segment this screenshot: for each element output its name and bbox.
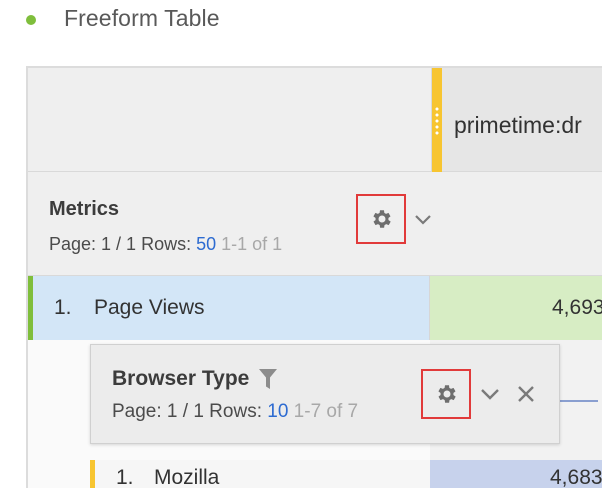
row-number: 1. xyxy=(54,296,72,319)
gear-icon xyxy=(438,385,456,403)
drag-dots-icon xyxy=(435,106,439,136)
sparkline-segment xyxy=(558,400,598,402)
paging-label: Page: 1 / 1 Rows: xyxy=(49,234,197,254)
breakdown-dropdown-chevron-down-icon[interactable] xyxy=(479,383,501,405)
row-label: Mozilla xyxy=(154,466,220,488)
table-row[interactable]: 1. Page Views 4,693 xyxy=(28,276,602,340)
column-header-label: primetime:dr xyxy=(454,112,582,138)
rows-per-page-link[interactable]: 50 xyxy=(196,234,216,254)
metrics-header: Metrics Page: 1 / 1 Rows: 50 1-1 of 1 xyxy=(28,172,602,276)
filter-funnel-icon xyxy=(259,369,278,389)
row-breakdown-indicator xyxy=(90,460,95,488)
row-value-cell[interactable]: 4,693 xyxy=(430,276,602,340)
panel-status-dot xyxy=(26,15,36,25)
filter-icon[interactable] xyxy=(259,369,278,389)
freeform-table: primetime:dr Metrics Page: 1 / 1 Rows: 5… xyxy=(26,66,602,488)
row-selected-indicator xyxy=(28,276,33,340)
breakdown-title: Browser Type xyxy=(112,367,250,390)
breakdown-settings-button[interactable] xyxy=(421,369,471,419)
table-corner-cell xyxy=(28,68,432,172)
paging-label: Page: 1 / 1 Rows: xyxy=(112,401,268,422)
table-row[interactable]: 1. Mozilla 4,683 xyxy=(90,460,602,488)
breakdown-paging: Page: 1 / 1 Rows: 10 1-7 of 7 xyxy=(112,401,358,423)
row-value: 4,683 xyxy=(550,466,602,488)
rows-per-page-link[interactable]: 10 xyxy=(267,401,288,422)
breakdown-header: Browser Type Page: 1 / 1 Rows: 10 1-7 of… xyxy=(90,344,560,444)
gear-icon xyxy=(373,210,391,228)
metrics-settings-button[interactable] xyxy=(356,194,406,244)
metrics-title: Metrics xyxy=(49,198,120,220)
panel-header: Freeform Table xyxy=(0,0,602,44)
metrics-paging: Page: 1 / 1 Rows: 50 1-1 of 1 xyxy=(49,234,282,255)
row-value-cell[interactable]: 4,683 xyxy=(430,460,602,488)
row-number: 1. xyxy=(116,466,134,488)
paging-range: 1-7 of 7 xyxy=(293,401,359,422)
row-value: 4,693 xyxy=(552,296,602,319)
paging-range: 1-1 of 1 xyxy=(221,234,283,254)
breakdown-title-row: Browser Type xyxy=(112,367,278,391)
row-label-cell[interactable]: 1. Page Views xyxy=(28,276,430,340)
column-drag-handle[interactable] xyxy=(432,68,442,172)
close-icon[interactable] xyxy=(515,383,537,405)
panel-title[interactable]: Freeform Table xyxy=(64,5,220,32)
row-label: Page Views xyxy=(94,296,205,319)
column-header[interactable]: primetime:dr xyxy=(432,68,602,172)
metrics-dropdown-chevron-down-icon[interactable] xyxy=(412,208,434,230)
row-label-cell[interactable]: 1. Mozilla xyxy=(90,460,430,488)
